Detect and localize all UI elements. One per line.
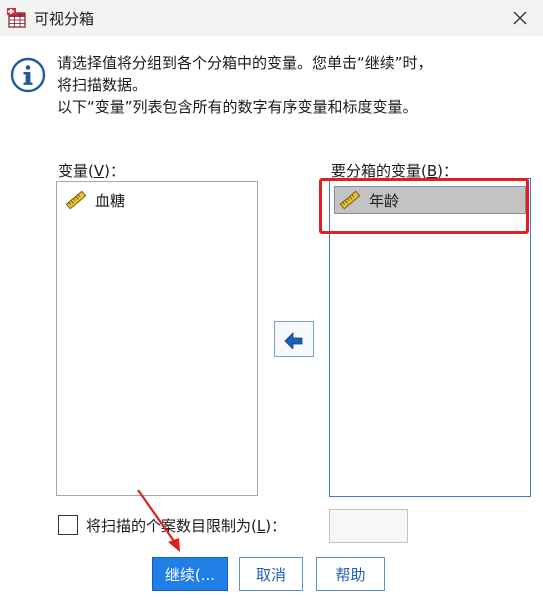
info-line: 将扫描数据。 [57,76,148,94]
move-to-variables-button[interactable] [274,321,314,357]
info-text: 请选择值将分组到各个分箱中的变量。您单击“继续”时， 将扫描数据。 以下“变量”… [57,52,537,118]
info-line: 请选择值将分组到各个分箱中的变量。您单击“继续”时， [57,54,433,72]
variable-label: 血糖 [95,191,126,210]
spss-app-icon [7,8,26,28]
limit-cases-input[interactable] [329,509,408,543]
close-icon [513,11,527,25]
info-line: 以下“变量”列表包含所有的数字有序变量和标度变量。 [57,98,418,116]
ruler-icon [65,190,87,210]
variable-label: 年龄 [369,191,400,210]
variables-listbox[interactable]: 血糖 [56,181,258,496]
info-icon [10,57,46,93]
list-item-blood-sugar[interactable]: 血糖 [61,187,125,213]
list-item-age[interactable]: 年龄 [334,186,526,214]
bin-variables-listbox[interactable]: 年龄 [329,178,531,497]
window-title: 可视分箱 [34,10,95,28]
limit-cases-checkbox[interactable] [58,515,78,535]
cancel-button[interactable]: 取消 [239,557,303,591]
arrow-left-icon [284,332,303,349]
title-bar: 可视分箱 [0,0,543,36]
limit-cases-label: 将扫描的个案数目限制为(L)： [86,517,287,535]
continue-button[interactable]: 继续(... [152,557,228,591]
variables-label: 变量(V)： [58,162,125,180]
ruler-icon [339,190,361,210]
close-button[interactable] [497,0,543,36]
help-button[interactable]: 帮助 [316,557,385,591]
